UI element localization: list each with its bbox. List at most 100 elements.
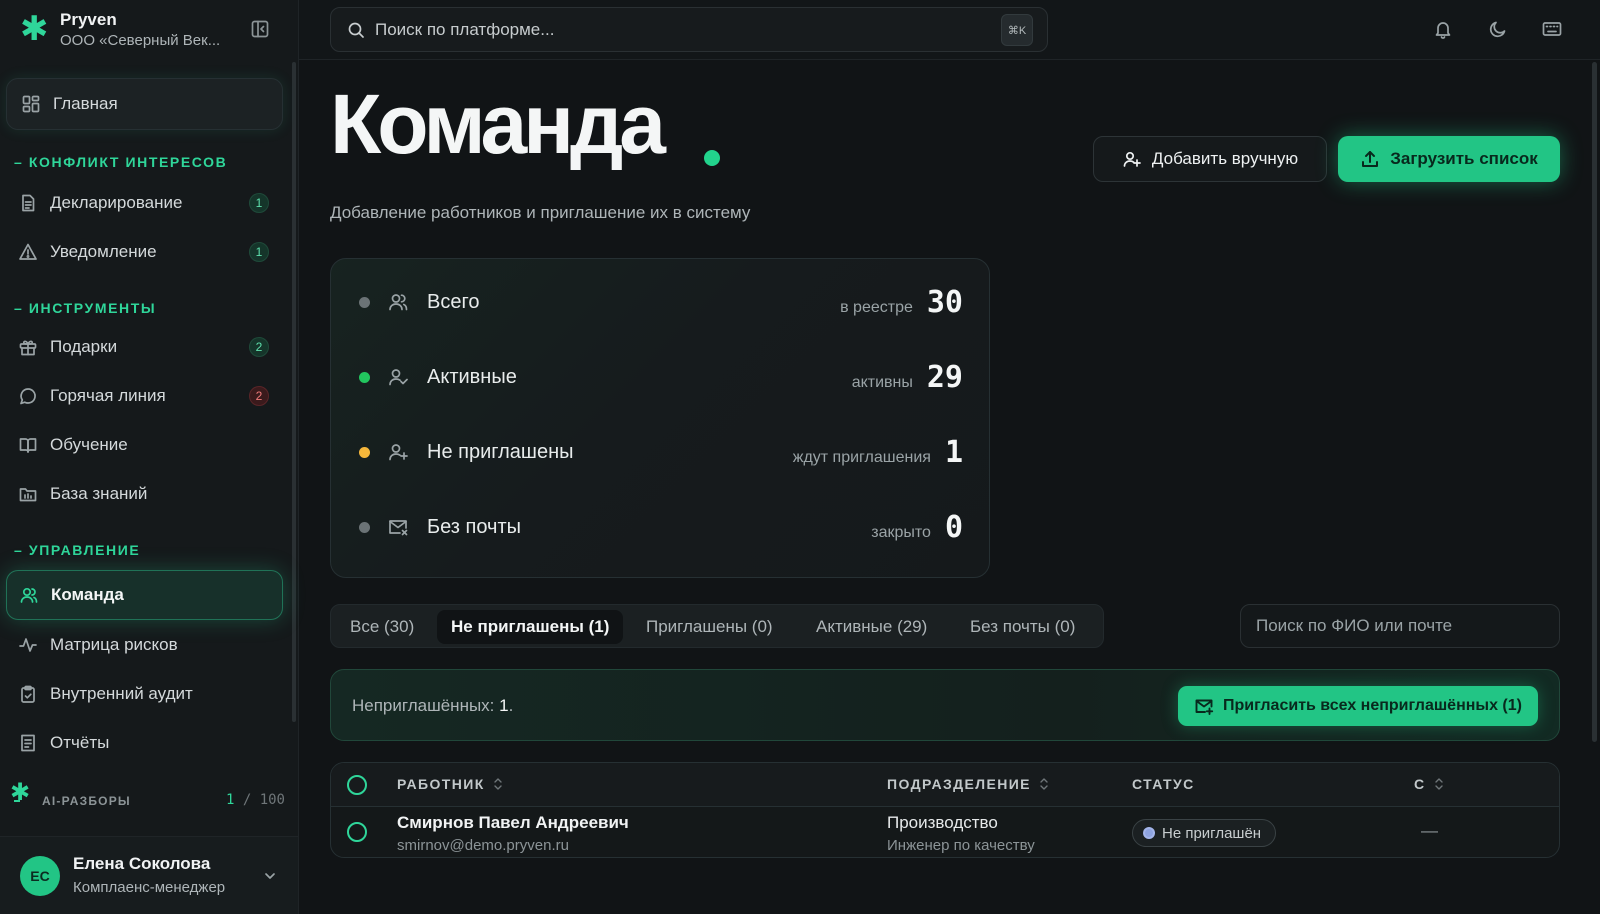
- row-checkbox[interactable]: [347, 822, 367, 842]
- mail-x-icon: [387, 516, 409, 538]
- stat-row-total: Всего в реестре 30: [331, 265, 991, 339]
- stat-hint: ждут приглашения: [792, 449, 931, 466]
- employee-search-input[interactable]: Поиск по ФИО или почте: [1240, 604, 1560, 648]
- user-plus-icon: [387, 441, 409, 463]
- users-icon: [387, 291, 409, 313]
- employee-name: Смирнов Павел Андреевич: [397, 813, 629, 832]
- sidebar: ✱ Pryven ООО «Северный Век... Главная – …: [0, 0, 299, 914]
- activity-icon: [18, 635, 38, 655]
- employee-email: smirnov@demo.pryven.ru: [397, 837, 569, 854]
- add-manually-button[interactable]: Добавить вручную: [1093, 136, 1327, 182]
- brand[interactable]: ✱ Pryven ООО «Северный Век...: [20, 8, 280, 52]
- sidebar-item-label: Матрица рисков: [50, 635, 178, 654]
- sidebar-item-label: Уведомление: [50, 242, 157, 261]
- stat-hint: активны: [851, 374, 913, 391]
- folder-icon: [18, 484, 38, 504]
- add-manually-label: Добавить вручную: [1151, 149, 1299, 168]
- count-badge: 1: [249, 193, 269, 213]
- count-badge: 2: [249, 337, 269, 357]
- keyboard-icon[interactable]: [1541, 18, 1563, 40]
- title-accent-dot: [704, 150, 720, 166]
- sidebar-scrollbar[interactable]: [292, 62, 296, 722]
- sidebar-item-training[interactable]: Обучение: [6, 420, 283, 470]
- sidebar-item-label: Отчёты: [50, 733, 110, 752]
- user-role: Комплаенс-менеджер: [73, 879, 226, 896]
- select-all-checkbox[interactable]: [347, 775, 367, 795]
- upload-list-label: Загрузить список: [1390, 149, 1538, 168]
- stat-hint: в реестре: [840, 299, 913, 316]
- sort-icon: [493, 777, 503, 791]
- stat-label: Активные: [427, 366, 517, 388]
- gift-icon: [18, 337, 38, 357]
- sidebar-item-hotline[interactable]: Горячая линия 2: [6, 371, 283, 421]
- status-text: Не приглашён: [1162, 824, 1262, 842]
- section-label-conflict: – КОНФЛИКТ ИНТЕРЕСОВ: [14, 154, 228, 170]
- page-subtitle: Добавление работников и приглашение их в…: [330, 203, 751, 222]
- clipboard-icon: [18, 684, 38, 704]
- bell-icon[interactable]: [1432, 18, 1454, 40]
- org-name: ООО «Северный Век...: [60, 32, 221, 49]
- users-icon: [19, 585, 39, 605]
- invite-all-label: Пригласить всех неприглашённых (1): [1223, 697, 1522, 714]
- main-scrollbar[interactable]: [1592, 62, 1597, 742]
- sparkle-icon: ✱: [10, 779, 31, 806]
- sort-icon: [1434, 777, 1444, 791]
- status-badge: Не приглашён: [1132, 819, 1277, 847]
- page-title: Команда: [330, 77, 666, 171]
- mail-plus-icon: [1194, 696, 1214, 716]
- tab-active[interactable]: Активные (29): [802, 610, 941, 644]
- ai-usage-marker: [14, 800, 20, 802]
- sidebar-item-knowledge-base[interactable]: База знаний: [6, 469, 283, 519]
- column-header-department[interactable]: ПОДРАЗДЕЛЕНИЕ: [887, 776, 1049, 792]
- sidebar-item-declaration[interactable]: Декларирование 1: [6, 178, 283, 228]
- user-profile[interactable]: ЕС Елена Соколова Комплаенс-менеджер: [0, 836, 298, 914]
- sidebar-collapse-icon[interactable]: [250, 19, 270, 39]
- since-value: —: [1421, 821, 1438, 840]
- sidebar-item-notification[interactable]: Уведомление 1: [6, 227, 283, 277]
- stat-value-group: активны 29: [852, 360, 963, 395]
- sidebar-item-internal-audit[interactable]: Внутренний аудит: [6, 669, 283, 719]
- sidebar-item-reports[interactable]: Отчёты: [6, 718, 283, 768]
- moon-icon[interactable]: [1487, 18, 1509, 40]
- uninvited-count-text: Неприглашённых: 1.: [352, 696, 514, 715]
- stat-row-not-invited: Не приглашены ждут приглашения 1: [331, 415, 991, 489]
- status-dot: [1143, 827, 1155, 839]
- sidebar-item-risk-matrix[interactable]: Матрица рисков: [6, 620, 283, 670]
- sidebar-item-gifts[interactable]: Подарки 2: [6, 322, 283, 372]
- column-header-employee[interactable]: РАБОТНИК: [397, 776, 503, 792]
- avatar: ЕС: [20, 856, 60, 896]
- user-plus-icon: [1122, 149, 1142, 169]
- stat-label: Не приглашены: [427, 441, 574, 463]
- sidebar-item-home[interactable]: Главная: [6, 78, 283, 130]
- sidebar-item-label: Декларирование: [50, 193, 183, 212]
- tab-no-email[interactable]: Без почты (0): [956, 610, 1089, 644]
- stat-row-active: Активные активны 29: [331, 340, 991, 414]
- report-icon: [18, 733, 38, 753]
- table-row[interactable]: Смирнов Павел Андреевич smirnov@demo.pry…: [331, 807, 1559, 857]
- status-dot: [359, 522, 370, 533]
- sort-icon: [1039, 777, 1049, 791]
- invite-all-button[interactable]: Пригласить всех неприглашённых (1): [1178, 686, 1538, 726]
- chevron-down-icon[interactable]: [262, 868, 278, 884]
- section-label-tools: – ИНСТРУМЕНТЫ: [14, 300, 157, 316]
- filter-tabs: Все (30) Не приглашены (1) Приглашены (0…: [330, 604, 1104, 648]
- upload-list-button[interactable]: Загрузить список: [1338, 136, 1560, 182]
- sidebar-item-team[interactable]: Команда: [6, 570, 283, 620]
- global-search-input[interactable]: Поиск по платформе... ⌘K: [330, 7, 1048, 52]
- tab-all[interactable]: Все (30): [336, 610, 428, 644]
- stat-row-no-email: Без почты закрыто 0: [331, 490, 991, 564]
- ai-usage-label: AI-РАЗБОРЫ: [42, 794, 131, 808]
- column-header-since[interactable]: С: [1414, 776, 1444, 792]
- tab-invited[interactable]: Приглашены (0): [632, 610, 787, 644]
- stat-value: 29: [926, 360, 963, 395]
- count-badge: 1: [249, 242, 269, 262]
- stat-label: Без почты: [427, 516, 522, 538]
- table-header: РАБОТНИК ПОДРАЗДЕЛЕНИЕ СТАТУС С: [331, 763, 1559, 807]
- column-header-status: СТАТУС: [1132, 776, 1195, 792]
- warning-icon: [18, 242, 38, 262]
- stat-value: 30: [926, 285, 963, 320]
- upload-icon: [1360, 149, 1380, 169]
- shortcut-hint: ⌘K: [1001, 14, 1033, 46]
- tab-not-invited[interactable]: Не приглашены (1): [437, 610, 624, 644]
- employee-department: Производство: [887, 813, 998, 832]
